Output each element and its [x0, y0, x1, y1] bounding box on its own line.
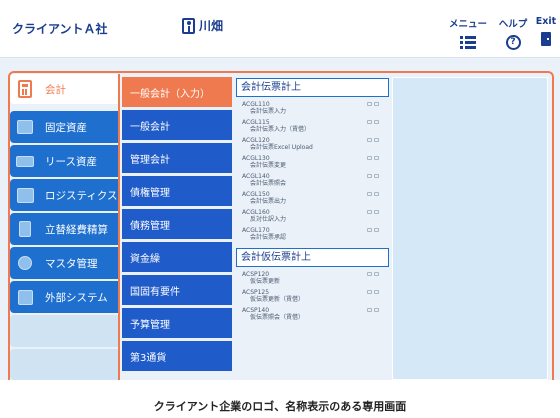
menu-item-code: ACGL120 — [242, 137, 270, 144]
category-divider — [118, 74, 120, 380]
window-icon — [367, 120, 379, 124]
category-label: 会計 — [45, 83, 66, 96]
user-info: 川畑 — [182, 17, 223, 34]
exit-button[interactable]: Exit — [534, 16, 558, 47]
menu-item-code: ACSP140 — [242, 307, 270, 314]
exit-icon — [534, 31, 558, 47]
window-icon — [367, 272, 379, 276]
window-icon — [367, 210, 379, 214]
category-item-fixed-assets[interactable]: 固定資産 — [10, 111, 118, 143]
menu-item-name: 会計伝票入力（賃借） — [250, 126, 311, 133]
group-item[interactable]: 第3通貨 — [122, 341, 232, 371]
help-button[interactable]: ヘルプ ? — [498, 16, 528, 50]
window-icon — [367, 290, 379, 294]
group-item[interactable]: 一般会計 — [122, 110, 232, 140]
window-icon — [367, 174, 379, 178]
menu-item[interactable]: ACGL130 会計伝票変更 — [242, 155, 383, 169]
menu-item[interactable]: ACSP125 仮伝票更新（賃借） — [242, 289, 383, 303]
menu-item[interactable]: ACGL150 会計伝票出力 — [242, 191, 383, 205]
gears-icon — [13, 253, 37, 273]
section-title: 会計仮伝票計上 — [236, 248, 389, 267]
box-icon — [13, 117, 37, 137]
menu-item-code: ACGL110 — [242, 101, 270, 108]
calculator-icon — [13, 79, 37, 99]
detail-panel — [392, 77, 548, 380]
menu-item[interactable]: ACGL140 会計伝票照会 — [242, 173, 383, 187]
category-label: マスタ管理 — [45, 257, 98, 270]
category-item-master[interactable]: マスタ管理 — [10, 247, 118, 279]
menu-button[interactable]: メニュー — [448, 16, 488, 50]
category-item-logistics[interactable]: ロジスティクス — [10, 179, 118, 211]
user-name: 川畑 — [199, 19, 224, 33]
menu-item-code: ACGL140 — [242, 173, 270, 180]
category-item-expenses[interactable]: 立替経費精算 — [10, 213, 118, 245]
menu-item[interactable]: ACGL160 反対仕訳入力 — [242, 209, 383, 223]
help-icon: ? — [498, 34, 528, 50]
category-label: 外部システム — [45, 291, 108, 304]
menu-item-name: 仮伝票更新（賃借） — [250, 296, 305, 303]
menu-icon — [448, 34, 488, 50]
caption: クライアント企業のロゴ、名称表示のある専用画面 — [153, 400, 407, 413]
menu-item-name: 反対仕訳入力 — [250, 216, 287, 223]
menu-item-name: 仮伝票更新 — [250, 278, 281, 285]
menu-item-code: ACGL160 — [242, 209, 270, 216]
window-icon — [367, 156, 379, 160]
group-item[interactable]: 管理会計 — [122, 143, 232, 173]
category-label: ロジスティクス — [45, 189, 118, 202]
category-empty-slot — [10, 349, 118, 380]
category-label: 立替経費精算 — [45, 223, 108, 236]
menu-item[interactable]: ACSP120 仮伝票更新 — [242, 271, 383, 285]
app-window: クライアントＡ社 川畑 メニュー ヘルプ ? Exit 会計 固定資産 リース資… — [0, 0, 560, 380]
section-title: 会計伝票計上 — [236, 78, 389, 97]
window-icon — [367, 228, 379, 232]
menu-item-code: ACGL150 — [242, 191, 270, 198]
menu-item[interactable]: ACGL110 会計伝票入力 — [242, 101, 383, 115]
puzzle-icon — [13, 287, 37, 307]
category-item-lease-assets[interactable]: リース資産 — [10, 145, 118, 177]
menu-item[interactable]: ACSP140 仮伝票照会（賃借） — [242, 307, 383, 321]
group-item[interactable]: 予算管理 — [122, 308, 232, 338]
menu-item[interactable]: ACGL115 会計伝票入力（賃借） — [242, 119, 383, 133]
menu-item[interactable]: ACGL170 会計伝票承認 — [242, 227, 383, 241]
menu-item-name: 会計伝票入力 — [250, 108, 287, 115]
bag-icon — [13, 219, 37, 239]
truck-icon — [13, 151, 37, 171]
user-icon — [182, 17, 195, 34]
menu-label: メニュー — [448, 19, 487, 30]
menu-item-name: 会計伝票照会 — [250, 180, 287, 187]
menu-item-name: 会計伝票出力 — [250, 198, 287, 205]
window-icon — [367, 102, 379, 106]
menu-item-code: ACSP120 — [242, 271, 270, 278]
company-name: クライアントＡ社 — [12, 22, 108, 36]
category-column: 会計 固定資産 リース資産 ロジスティクス 立替経費精算 マスタ管理 外部システ… — [10, 73, 118, 380]
group-item[interactable]: 国固有要件 — [122, 275, 232, 305]
category-empty-slot — [10, 315, 118, 347]
category-label: リース資産 — [45, 155, 97, 168]
menu-item-code: ACGL130 — [242, 155, 270, 162]
group-item[interactable]: 資金繰 — [122, 242, 232, 272]
group-item[interactable]: 債務管理 — [122, 209, 232, 239]
group-item[interactable]: 一般会計（入力） — [122, 77, 232, 107]
category-label: 固定資産 — [45, 121, 87, 134]
menu-item-name: 仮伝票照会（賃借） — [250, 314, 305, 321]
group-item[interactable]: 債権管理 — [122, 176, 232, 206]
menu-item[interactable]: ACGL120 会計伝票Excel Upload — [242, 137, 383, 151]
exit-label: Exit — [535, 16, 557, 27]
window-icon — [367, 308, 379, 312]
menu-item-code: ACGL115 — [242, 119, 270, 126]
menu-item-name: 会計伝票変更 — [250, 162, 287, 169]
window-icon — [367, 192, 379, 196]
menu-item-name: 会計伝票承認 — [250, 234, 287, 241]
package-icon — [13, 185, 37, 205]
menu-item-code: ACGL170 — [242, 227, 270, 234]
header: クライアントＡ社 川畑 メニュー ヘルプ ? Exit — [0, 0, 560, 58]
help-label: ヘルプ — [498, 19, 528, 30]
category-item-accounting[interactable]: 会計 — [10, 74, 118, 104]
window-icon — [367, 138, 379, 142]
menu-item-name: 会計伝票Excel Upload — [250, 144, 313, 151]
menu-item-code: ACSP125 — [242, 289, 270, 296]
category-item-external[interactable]: 外部システム — [10, 281, 118, 313]
